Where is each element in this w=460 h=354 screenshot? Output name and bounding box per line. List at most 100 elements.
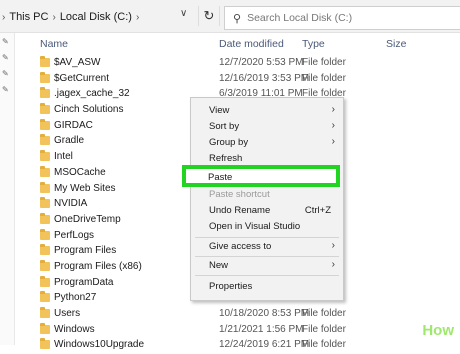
menu-shortcut: Ctrl+Z xyxy=(304,205,331,216)
menu-label: Paste xyxy=(208,172,233,183)
menu-label: Refresh xyxy=(209,153,243,164)
menu-label: Give access to xyxy=(209,241,272,252)
folder-icon xyxy=(40,118,50,130)
watermark-how: How xyxy=(422,322,454,339)
menu-item-properties[interactable]: Properties xyxy=(191,280,343,294)
item-name: GIRDAC xyxy=(54,119,93,131)
list-item[interactable]: $AV_ASW 12/7/2020 5:53 PM File folder xyxy=(14,56,460,72)
menu-separator xyxy=(195,237,339,238)
item-type: File folder xyxy=(302,57,346,68)
breadcrumb-this-pc[interactable]: This PC xyxy=(9,11,48,23)
menu-item-new[interactable]: New › xyxy=(191,259,343,273)
folder-icon xyxy=(40,275,50,287)
menu-separator xyxy=(195,275,339,276)
item-name: My Web Sites xyxy=(54,182,116,194)
menu-label: Group by xyxy=(209,137,249,148)
column-date-modified[interactable]: Date modified xyxy=(219,38,284,50)
item-name: Python27 xyxy=(54,292,97,304)
folder-icon xyxy=(40,103,50,115)
folder-icon xyxy=(40,150,50,162)
item-name: Program Files (x86) xyxy=(54,260,142,272)
menu-separator xyxy=(195,256,339,257)
chevron-right-icon: › xyxy=(2,11,6,23)
menu-label: Open in Visual Studio xyxy=(209,221,301,232)
item-date: 12/7/2020 5:53 PM xyxy=(219,57,304,68)
item-name: .jagex_cache_32 xyxy=(54,88,130,100)
item-type: File folder xyxy=(302,323,346,335)
item-name: PerfLogs xyxy=(54,229,95,241)
folder-icon xyxy=(40,228,50,240)
folder-icon xyxy=(40,87,50,99)
folder-icon xyxy=(40,322,50,334)
list-item[interactable]: $GetCurrent 12/16/2019 3:53 PM File folder xyxy=(14,71,460,88)
folder-icon xyxy=(40,212,50,224)
breadcrumb-local-disk[interactable]: Local Disk (C:) xyxy=(60,11,132,23)
menu-label: Undo Rename xyxy=(209,205,271,216)
menu-label: New xyxy=(209,260,229,271)
menu-label: Sort by xyxy=(209,121,240,132)
chevron-right-icon: › xyxy=(331,259,335,270)
item-name: $GetCurrent xyxy=(54,72,110,84)
address-bar: › This PC › Local Disk (C:) › ∨ ↻ ⚲ Sear… xyxy=(0,0,460,33)
folder-icon xyxy=(40,165,50,177)
item-name: OneDriveTemp xyxy=(54,213,121,225)
context-menu: View › Sort by › Group by › Refresh Paste s… xyxy=(190,97,344,301)
item-name: Users xyxy=(54,308,81,319)
menu-item-give-access[interactable]: Give access to › xyxy=(191,240,343,254)
menu-item-undo-rename[interactable]: Undo Rename Ctrl+Z xyxy=(191,204,343,218)
item-name: $AV_ASW xyxy=(54,57,101,68)
watermark-wiki: wiki xyxy=(393,322,423,339)
item-type: File folder xyxy=(302,72,346,84)
item-name: Gradle xyxy=(54,135,85,147)
pin-icon: ✎ xyxy=(2,37,9,46)
chevron-down-icon[interactable]: ∨ xyxy=(180,8,187,19)
chevron-right-icon: › xyxy=(135,11,140,23)
menu-label: Properties xyxy=(209,281,253,292)
item-type: File folder xyxy=(302,308,346,319)
chevron-right-icon: › xyxy=(52,11,56,23)
column-size[interactable]: Size xyxy=(386,38,406,50)
menu-item-paste[interactable]: Paste xyxy=(182,165,340,187)
wikihow-watermark: wikiHow xyxy=(394,322,454,339)
menu-item-refresh[interactable]: Refresh xyxy=(191,152,343,166)
folder-icon xyxy=(40,291,50,303)
chevron-right-icon: › xyxy=(331,240,335,251)
pin-icon: ✎ xyxy=(2,85,9,94)
menu-item-view[interactable]: View › xyxy=(191,104,343,118)
item-date: 1/21/2021 1:56 PM xyxy=(219,323,304,335)
refresh-icon: ↻ xyxy=(203,8,215,23)
menu-item-sort-by[interactable]: Sort by › xyxy=(191,120,343,134)
navigation-pane: ✎ ✎ ✎ ✎ xyxy=(0,33,15,345)
folder-icon xyxy=(40,181,50,193)
item-name: Program Files xyxy=(54,245,117,257)
search-input[interactable]: ⚲ Search Local Disk (C:) xyxy=(224,6,460,30)
search-icon: ⚲ xyxy=(233,12,242,25)
menu-item-paste-shortcut: Paste shortcut xyxy=(191,188,343,202)
item-name: Intel xyxy=(54,151,73,163)
folder-icon xyxy=(40,197,50,209)
menu-label: Paste shortcut xyxy=(209,189,270,200)
column-name[interactable]: Name xyxy=(40,38,68,50)
pin-icon: ✎ xyxy=(2,69,9,78)
folder-icon xyxy=(40,56,50,67)
folder-icon xyxy=(40,244,50,256)
item-date: 10/18/2020 8:53 PM xyxy=(219,308,310,319)
item-name: Cinch Solutions xyxy=(54,104,124,116)
chevron-right-icon: › xyxy=(331,120,335,131)
item-name: Windows xyxy=(54,323,95,335)
breadcrumb: › This PC › Local Disk (C:) › xyxy=(0,7,200,27)
item-name: NVIDIA xyxy=(54,198,88,210)
column-type[interactable]: Type xyxy=(302,38,325,50)
chevron-right-icon: › xyxy=(331,104,335,115)
menu-item-group-by[interactable]: Group by › xyxy=(191,136,343,150)
item-name: ProgramData xyxy=(54,276,114,288)
menu-item-open-visual-studio[interactable]: Open in Visual Studio xyxy=(191,220,343,234)
list-item[interactable]: Users 10/18/2020 8:53 PM File folder xyxy=(14,307,460,323)
item-date: 12/16/2019 3:53 PM xyxy=(219,72,310,84)
folder-icon xyxy=(40,307,50,318)
refresh-button[interactable]: ↻ xyxy=(198,6,220,26)
list-item[interactable]: Windows10Upgrade 12/24/2019 6:21 PM File f… xyxy=(14,338,460,354)
folder-icon xyxy=(40,71,50,83)
folder-icon xyxy=(40,134,50,146)
pin-icon: ✎ xyxy=(2,53,9,62)
